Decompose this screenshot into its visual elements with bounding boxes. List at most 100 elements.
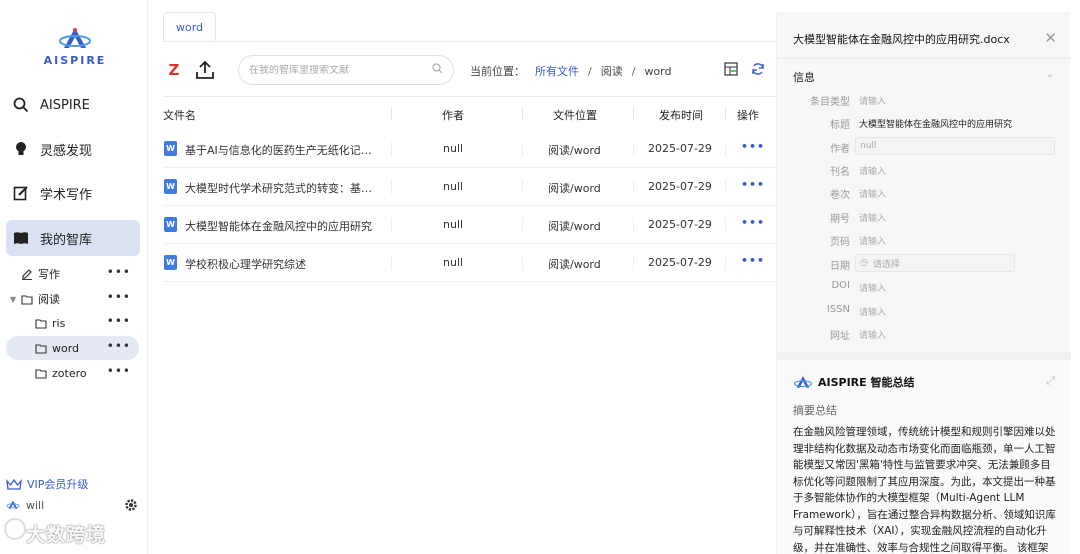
search-icon: [12, 96, 30, 114]
column-divider: [391, 256, 392, 270]
file-location: 阅读/word: [548, 144, 601, 157]
file-name[interactable]: 大模型时代学术研究范式的转变：基于智能体的研究: [185, 180, 380, 196]
column-divider: [633, 142, 634, 156]
nav-writing[interactable]: 学术写作: [6, 175, 140, 211]
row-more-icon[interactable]: •••: [741, 178, 765, 191]
upload-icon[interactable]: [194, 59, 216, 81]
user-avatar-icon: [6, 500, 20, 509]
field-value[interactable]: 请输入: [859, 305, 886, 318]
field-value[interactable]: 请输入: [859, 328, 886, 341]
date-placeholder: 请选择: [872, 259, 900, 270]
sidebar: AISPIRE AISPIRE 灵感发现 学术写作 我的智库 写作 ••• ▼: [0, 0, 148, 554]
column-divider: [522, 142, 523, 156]
detail-panel: 大模型智能体在金融风控中的应用研究.docx ✕ 信息 ⌄ 条目类型 请输入 标…: [776, 12, 1071, 554]
field-value[interactable]: 请输入: [859, 281, 886, 294]
row-more-icon[interactable]: •••: [741, 254, 765, 267]
field-label: 网址: [830, 331, 850, 342]
aispire-logo-icon: [793, 375, 813, 388]
field-label: 卷次: [830, 190, 850, 201]
vip-label: VIP会员升级: [27, 478, 89, 491]
vip-upgrade-link[interactable]: VIP会员升级: [6, 476, 88, 492]
file-name[interactable]: 基于AI与信息化的医药生产无纸化记录系统研究: [185, 142, 380, 158]
column-divider: [522, 256, 523, 270]
column-divider: [725, 256, 726, 270]
column-divider: [725, 180, 726, 194]
field-value[interactable]: 大模型智能体在金融风控中的应用研究: [859, 117, 1012, 130]
field-label: 日期: [830, 261, 850, 272]
file-author: null: [443, 218, 464, 231]
table-row[interactable]: W 大模型时代学术研究范式的转变：基于智能体的研究 null 阅读/word 2…: [163, 168, 776, 206]
panel-title: 大模型智能体在金融风控中的应用研究.docx: [793, 33, 1010, 46]
more-icon[interactable]: •••: [107, 314, 131, 328]
nav-label: AISPIRE: [40, 97, 90, 113]
tree-label: ris: [52, 316, 66, 330]
more-icon[interactable]: •••: [107, 339, 131, 353]
field-value[interactable]: 请输入: [859, 94, 886, 107]
file-location: 阅读/word: [548, 220, 601, 233]
breadcrumb-prefix: 当前位置：: [470, 65, 525, 78]
tab-word[interactable]: word: [163, 12, 217, 42]
field-label: 页码: [830, 237, 850, 248]
tree-label: word: [52, 341, 80, 355]
main-content: word Z 当前位置： 所有文件 / 阅读 / word 文件名 作者 文件位…: [148, 0, 776, 554]
table-row[interactable]: W 大模型智能体在金融风控中的应用研究 null 阅读/word 2025-07…: [163, 206, 776, 244]
breadcrumb-reading[interactable]: 阅读: [601, 63, 623, 79]
user-row: will: [6, 498, 138, 512]
file-location: 阅读/word: [548, 182, 601, 195]
column-divider: [725, 107, 726, 121]
more-icon[interactable]: •••: [107, 265, 131, 279]
file-date: 2025-07-29: [648, 256, 712, 269]
tree-item-ris[interactable]: ris •••: [6, 311, 139, 335]
file-name[interactable]: 学校积极心理学研究综述: [185, 256, 380, 272]
chevron-down-icon[interactable]: ▼: [10, 295, 20, 304]
breadcrumb-word[interactable]: word: [644, 65, 671, 78]
tree-item-word[interactable]: word •••: [6, 336, 139, 360]
nav-aispire[interactable]: AISPIRE: [6, 87, 140, 123]
word-file-icon: W: [164, 217, 177, 232]
close-icon[interactable]: ✕: [1044, 29, 1057, 47]
more-icon[interactable]: •••: [107, 290, 131, 304]
watermark: 大数跨境: [26, 524, 107, 546]
refresh-icon[interactable]: [751, 62, 765, 79]
column-divider: [391, 142, 392, 156]
username: will: [26, 498, 45, 512]
info-section-header[interactable]: 信息: [793, 69, 815, 85]
table-row[interactable]: W 基于AI与信息化的医药生产无纸化记录系统研究 null 阅读/word 20…: [163, 130, 776, 168]
nav-label: 灵感发现: [40, 143, 93, 159]
column-divider: [633, 107, 634, 121]
nav-my-library[interactable]: 我的智库: [6, 220, 140, 256]
book-icon: [12, 229, 30, 247]
search-icon[interactable]: [432, 63, 443, 77]
nav-inspiration[interactable]: 灵感发现: [6, 131, 140, 167]
breadcrumb-all-files[interactable]: 所有文件: [535, 63, 579, 79]
column-divider: [725, 218, 726, 232]
author-field[interactable]: null: [855, 137, 1055, 155]
field-label: 期号: [830, 214, 850, 225]
expand-icon[interactable]: ⤢: [1046, 374, 1055, 388]
tree-item-zotero[interactable]: zotero •••: [6, 361, 139, 385]
app-logo[interactable]: AISPIRE: [40, 26, 110, 67]
field-value[interactable]: 请输入: [859, 187, 886, 200]
field-value[interactable]: 请输入: [859, 211, 886, 224]
chevron-down-icon[interactable]: ⌄: [1046, 69, 1054, 80]
column-header-location: 文件位置: [553, 109, 597, 122]
folder-icon: [20, 292, 34, 306]
crown-icon: [6, 478, 22, 490]
file-name[interactable]: 大模型智能体在金融风控中的应用研究: [185, 218, 380, 234]
gear-icon[interactable]: [124, 498, 138, 515]
field-value[interactable]: 请输入: [859, 234, 886, 247]
row-more-icon[interactable]: •••: [741, 216, 765, 229]
tree-item-reading[interactable]: ▼ 阅读 •••: [6, 287, 139, 311]
more-icon[interactable]: •••: [107, 364, 131, 378]
layout-toggle-icon[interactable]: [724, 62, 738, 79]
tree-item-writing[interactable]: 写作 •••: [6, 262, 139, 286]
field-value[interactable]: 请输入: [859, 164, 886, 177]
table-row[interactable]: W 学校积极心理学研究综述 null 阅读/word 2025-07-29 ••…: [163, 244, 776, 282]
panel-header: 大模型智能体在金融风控中的应用研究.docx ✕: [777, 12, 1071, 62]
zotero-icon[interactable]: Z: [164, 60, 184, 80]
row-more-icon[interactable]: •••: [741, 140, 765, 153]
date-picker[interactable]: ◷ 请选择: [855, 254, 1015, 272]
field-label: ISSN: [826, 304, 850, 315]
folder-icon: [34, 366, 48, 380]
search-input[interactable]: [249, 64, 432, 76]
